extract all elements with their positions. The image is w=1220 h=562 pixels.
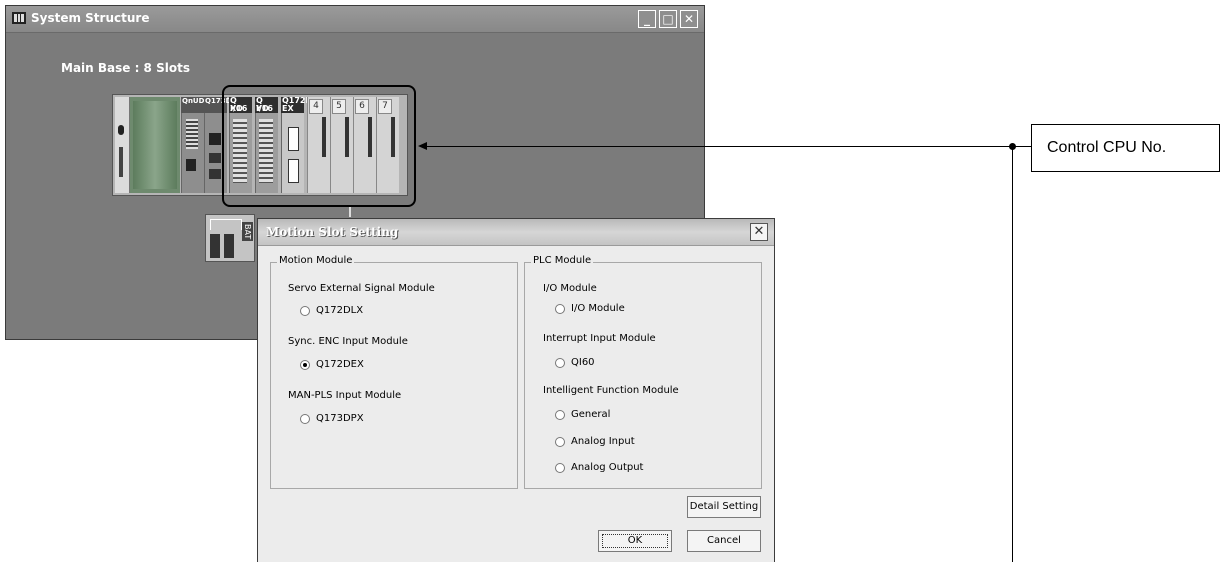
dialog-title: Motion Slot Setting (266, 225, 399, 239)
motion-module-legend: Motion Module (277, 255, 355, 266)
qi60-radio[interactable] (555, 358, 565, 368)
battery-cell-1 (210, 234, 220, 258)
minimize-button[interactable]: _ (638, 10, 656, 28)
io-module-option-label[interactable]: I/O Module (571, 303, 625, 314)
cpu-label-qnud: QnUD (181, 97, 204, 113)
detail-setting-button[interactable]: Detail Setting (687, 496, 761, 518)
analog-output-option-label[interactable]: Analog Output (571, 462, 643, 473)
window-title: System Structure (31, 11, 150, 25)
analog-input-radio[interactable] (555, 437, 565, 447)
battery-cell-2 (224, 234, 234, 258)
q172dex-option-label[interactable]: Q172DEX (316, 359, 364, 370)
window-titlebar[interactable]: System Structure _ □ ✕ (6, 6, 704, 33)
motion-slot-highlight (222, 85, 416, 207)
plc-module-legend: PLC Module (531, 255, 594, 266)
interrupt-input-label: Interrupt Input Module (543, 333, 656, 344)
plc-cpu-module[interactable] (130, 97, 180, 193)
analog-input-option-label[interactable]: Analog Input (571, 436, 635, 447)
maximize-button[interactable]: □ (659, 10, 677, 28)
ok-button[interactable]: OK (598, 530, 672, 552)
close-button[interactable]: ✕ (680, 10, 698, 28)
connector-line (349, 207, 351, 217)
q173dpx-radio[interactable] (300, 414, 310, 424)
dialog-close-button[interactable]: ✕ (750, 223, 768, 241)
ok-button-label: OK (627, 535, 643, 546)
q172dex-radio[interactable] (300, 360, 310, 370)
io-module-label: I/O Module (543, 283, 597, 294)
general-radio[interactable] (555, 410, 565, 420)
power-supply-module[interactable] (115, 97, 130, 193)
motion-slot-setting-dialog: Motion Slot Setting ✕ Motion Module Serv… (257, 218, 775, 562)
q173dpx-option-label[interactable]: Q173DPX (316, 413, 364, 424)
cancel-button[interactable]: Cancel (687, 530, 761, 552)
general-option-label[interactable]: General (571, 409, 610, 420)
callout-horizontal-line (426, 146, 1012, 147)
system-structure-icon (12, 12, 26, 24)
intelligent-function-label: Intelligent Function Module (543, 385, 679, 396)
plc-module-group: PLC Module I/O Module I/O Module Interru… (524, 255, 762, 489)
callout-vertical-line (1012, 146, 1013, 562)
analog-output-radio[interactable] (555, 463, 565, 473)
base-slots-label: Main Base : 8 Slots (61, 61, 190, 75)
servo-external-signal-label: Servo External Signal Module (288, 283, 435, 294)
control-cpu-callout: Control CPU No. (1031, 124, 1220, 172)
sync-enc-input-label: Sync. ENC Input Module (288, 336, 408, 347)
qnud-cpu-module[interactable] (181, 113, 204, 193)
man-pls-input-label: MAN-PLS Input Module (288, 390, 402, 401)
dialog-titlebar[interactable]: Motion Slot Setting ✕ (258, 219, 774, 246)
io-module-radio[interactable] (555, 304, 565, 314)
battery-label: BAT (242, 222, 253, 242)
q172dlx-radio[interactable] (300, 306, 310, 316)
q172dlx-option-label[interactable]: Q172DLX (316, 305, 363, 316)
qi60-option-label[interactable]: QI60 (571, 357, 595, 368)
motion-module-group: Motion Module Servo External Signal Modu… (270, 255, 518, 489)
